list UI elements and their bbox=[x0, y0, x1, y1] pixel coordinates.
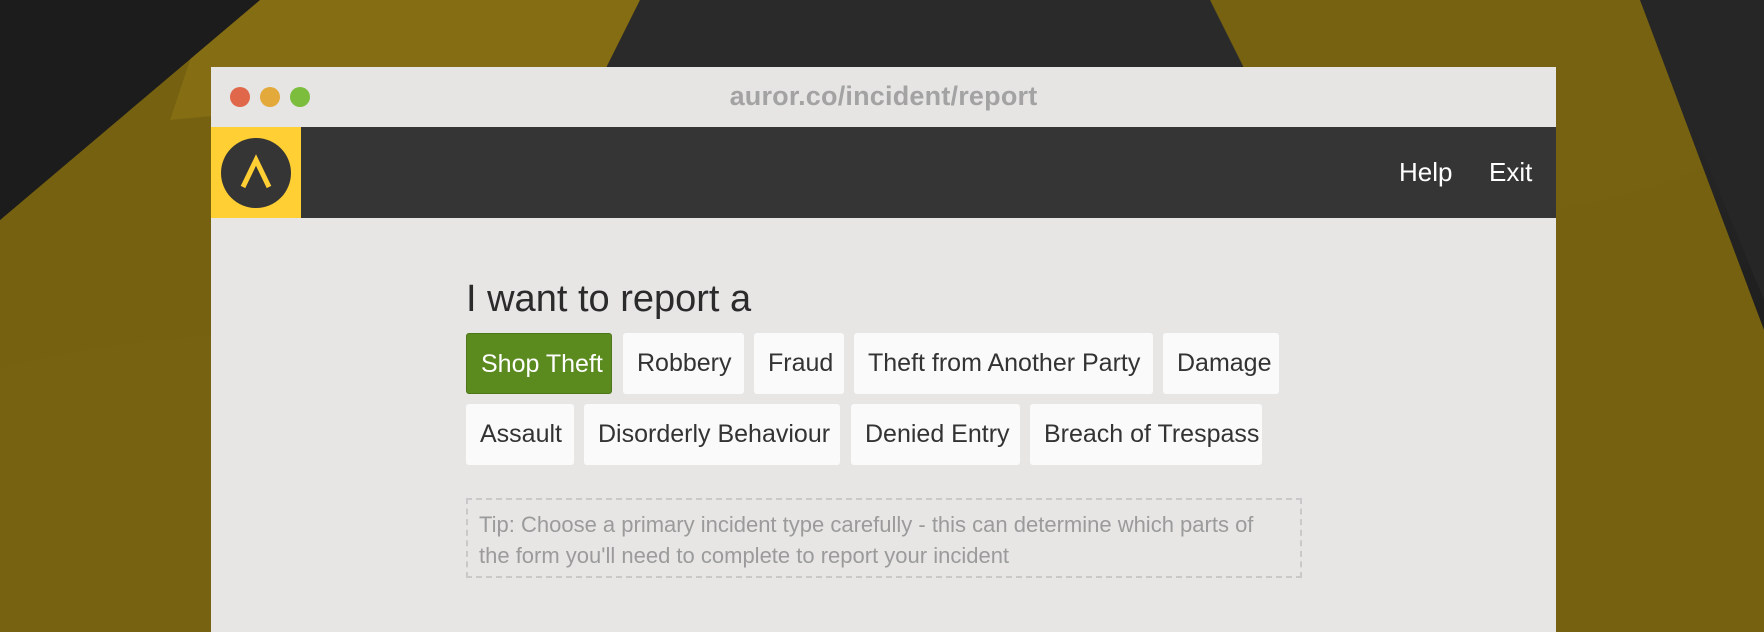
incident-type-breach-of-trespass[interactable]: Breach of Trespass bbox=[1030, 404, 1262, 465]
incident-type-denied-entry[interactable]: Denied Entry bbox=[851, 404, 1020, 465]
incident-type-robbery[interactable]: Robbery bbox=[623, 333, 744, 394]
incident-type-damage[interactable]: Damage bbox=[1163, 333, 1279, 394]
incident-type-theft-from-another-party[interactable]: Theft from Another Party bbox=[854, 333, 1153, 394]
caret-up-logo-icon bbox=[240, 154, 272, 189]
top-navbar: Help Exit bbox=[211, 127, 1556, 218]
incident-type-shop-theft[interactable]: Shop Theft bbox=[466, 333, 612, 394]
exit-link[interactable]: Exit bbox=[1489, 157, 1532, 188]
incident-type-tip: Tip: Choose a primary incident type care… bbox=[466, 498, 1302, 578]
help-link[interactable]: Help bbox=[1399, 157, 1452, 188]
report-form: I want to report a Shop Theft Robbery Fr… bbox=[211, 218, 1556, 632]
browser-titlebar: auror.co/incident/report bbox=[211, 67, 1556, 127]
browser-window: auror.co/incident/report Help Exit I wan… bbox=[211, 67, 1556, 632]
address-bar-url[interactable]: auror.co/incident/report bbox=[211, 81, 1556, 112]
logo-badge bbox=[221, 138, 291, 208]
logo[interactable] bbox=[211, 127, 301, 218]
page-title: I want to report a bbox=[466, 278, 752, 320]
incident-type-fraud[interactable]: Fraud bbox=[754, 333, 844, 394]
incident-type-disorderly-behaviour[interactable]: Disorderly Behaviour bbox=[584, 404, 840, 465]
incident-type-assault[interactable]: Assault bbox=[466, 404, 574, 465]
